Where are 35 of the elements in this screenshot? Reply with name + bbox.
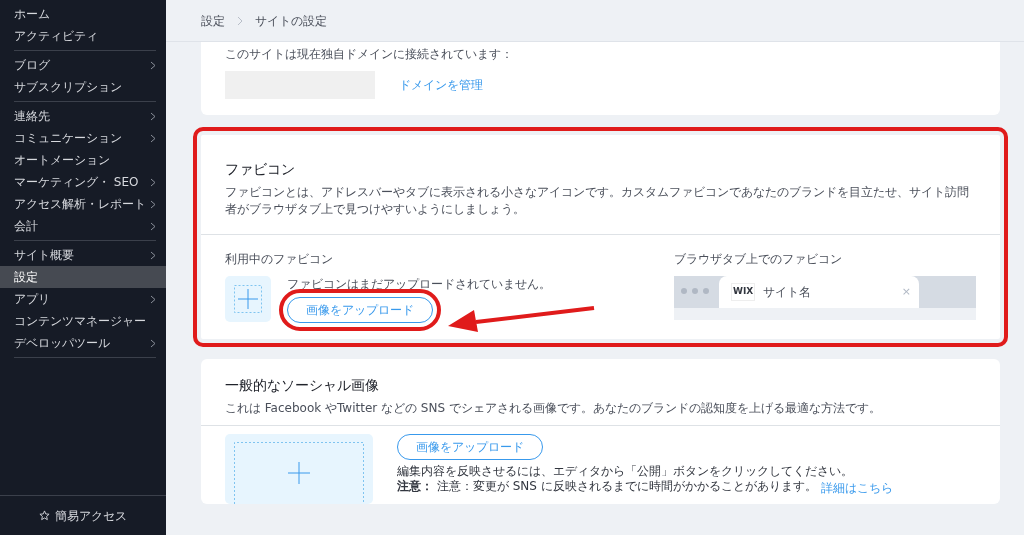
field-label: 利用中のファビコン <box>225 251 334 268</box>
sidebar-item[interactable]: サイト概要 <box>0 244 166 266</box>
section-title: 一般的なソーシャル画像 <box>225 376 380 395</box>
breadcrumb-item: サイトの設定 <box>255 12 327 30</box>
plus-icon <box>234 285 262 313</box>
section-description: これは Facebook やTwitter などの SNS でシェアされる画像です。あなたのブランドの認知度を上げる最適な方法です。 <box>225 400 882 417</box>
sidebar-item[interactable]: デベロッパツール <box>0 332 166 354</box>
star-icon <box>39 510 50 521</box>
social-image-placeholder[interactable] <box>225 434 373 504</box>
sidebar-item[interactable]: アクティビティ <box>0 25 166 47</box>
section-description: ファビコンとは、アドレスバーやタブに表示される小さなアイコンです。カスタムファビコンであなたのブランドを目立たせ、サイト訪問者がブラウザタブ上で見つけやすいようにしましょう。 <box>225 184 970 218</box>
sidebar-item[interactable]: サブスクリプション <box>0 76 166 98</box>
sidebar-item[interactable]: 連絡先 <box>0 105 166 127</box>
sidebar-item[interactable]: ホーム <box>0 3 166 25</box>
sidebar-item[interactable]: アプリ <box>0 288 166 310</box>
chevron-icon <box>237 15 243 26</box>
sidebar-item[interactable]: マーケティング・ SEO <box>0 171 166 193</box>
domain-status-text: このサイトは現在独自ドメインに接続されています： <box>225 46 514 63</box>
field-label: ブラウザタブ上でのファビコン <box>674 251 843 268</box>
tab-title: サイト名 <box>763 283 812 301</box>
caution-note: 注意： 注意：変更が SNS に反映されるまでに時間がかかることがあります。 <box>397 479 817 495</box>
sidebar-item[interactable]: コミュニケーション <box>0 127 166 149</box>
quick-access-link[interactable]: 簡易アクセス <box>55 506 127 525</box>
sidebar-item[interactable]: コンテンツマネージャー <box>0 310 166 332</box>
favicon-upload-placeholder[interactable] <box>225 276 271 322</box>
breadcrumb-item[interactable]: 設定 <box>201 11 225 30</box>
sidebar-item[interactable]: ブログ <box>0 54 166 76</box>
sidebar-item[interactable]: オートメーション <box>0 149 166 171</box>
sidebar-item[interactable]: 会計 <box>0 215 166 237</box>
wix-logo: WIX <box>731 283 756 301</box>
plus-icon <box>234 442 364 504</box>
sidebar-item[interactable]: 設定 <box>0 266 166 288</box>
publish-note: 編集内容を反映させるには、エディタから「公開」ボタンをクリックしてください。 <box>397 464 853 479</box>
section-title: ファビコン <box>225 160 296 179</box>
sidebar-item[interactable]: アクセス解析・レポート <box>0 193 166 215</box>
